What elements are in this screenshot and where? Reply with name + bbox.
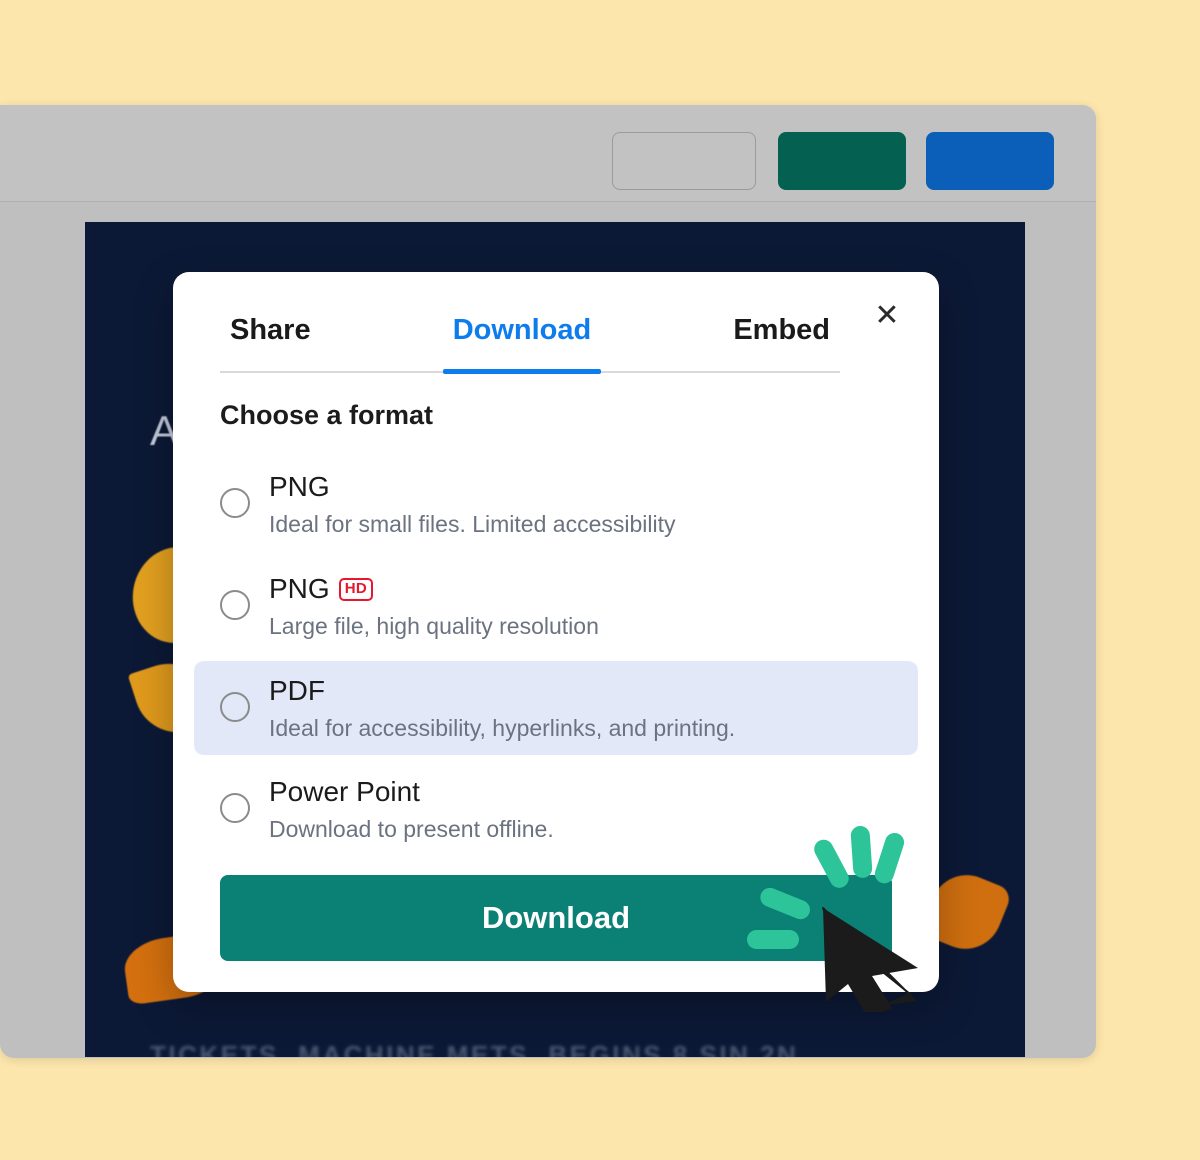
toolbar-outline-button[interactable] <box>612 132 756 190</box>
format-title-pdf: PDF <box>269 674 325 706</box>
browser-toolbar <box>0 105 1096 202</box>
content-footer: TICKETS, MACHINE METS, BEGINS 8 SIN 2N <box>150 1040 799 1057</box>
format-options-list: PNG Ideal for small files. Limited acces… <box>194 457 918 864</box>
format-option-powerpoint[interactable]: Power Point Download to present offline. <box>194 762 918 857</box>
format-title-png-hd: PNG <box>269 572 330 604</box>
tab-share[interactable]: Share <box>220 308 321 371</box>
download-button[interactable]: Download <box>220 875 892 961</box>
format-description-png: Ideal for small files. Limited accessibi… <box>269 511 676 538</box>
radio-button-pdf[interactable] <box>220 691 250 722</box>
tab-embed[interactable]: Embed <box>723 308 840 371</box>
modal-tabs: Share Download Embed <box>220 308 840 374</box>
format-description-powerpoint: Download to present offline. <box>269 816 554 843</box>
tab-download[interactable]: Download <box>442 308 602 374</box>
format-description-pdf: Ideal for accessibility, hyperlinks, and… <box>269 714 736 741</box>
hd-badge: HD <box>338 578 373 602</box>
toolbar-blue-button[interactable] <box>926 132 1054 190</box>
format-title-png: PNG <box>269 471 330 502</box>
choose-format-heading: Choose a format <box>220 400 434 430</box>
toolbar-green-button[interactable] <box>778 132 906 190</box>
format-title-powerpoint: Power Point <box>269 776 420 808</box>
format-option-png-hd[interactable]: PNG HD Large file, high quality resoluti… <box>194 559 918 654</box>
radio-button-png-hd[interactable] <box>220 589 250 620</box>
share-download-modal: ✕ Share Download Embed Choose a format P… <box>173 272 939 992</box>
format-option-pdf[interactable]: PDF Ideal for accessibility, hyperlinks,… <box>194 660 918 756</box>
radio-button-png[interactable] <box>220 488 250 518</box>
radio-button-powerpoint[interactable] <box>220 793 250 824</box>
format-option-png[interactable]: PNG Ideal for small files. Limited acces… <box>194 457 918 552</box>
close-icon[interactable]: ✕ <box>865 294 909 338</box>
format-description-png-hd: Large file, high quality resolution <box>269 612 599 639</box>
